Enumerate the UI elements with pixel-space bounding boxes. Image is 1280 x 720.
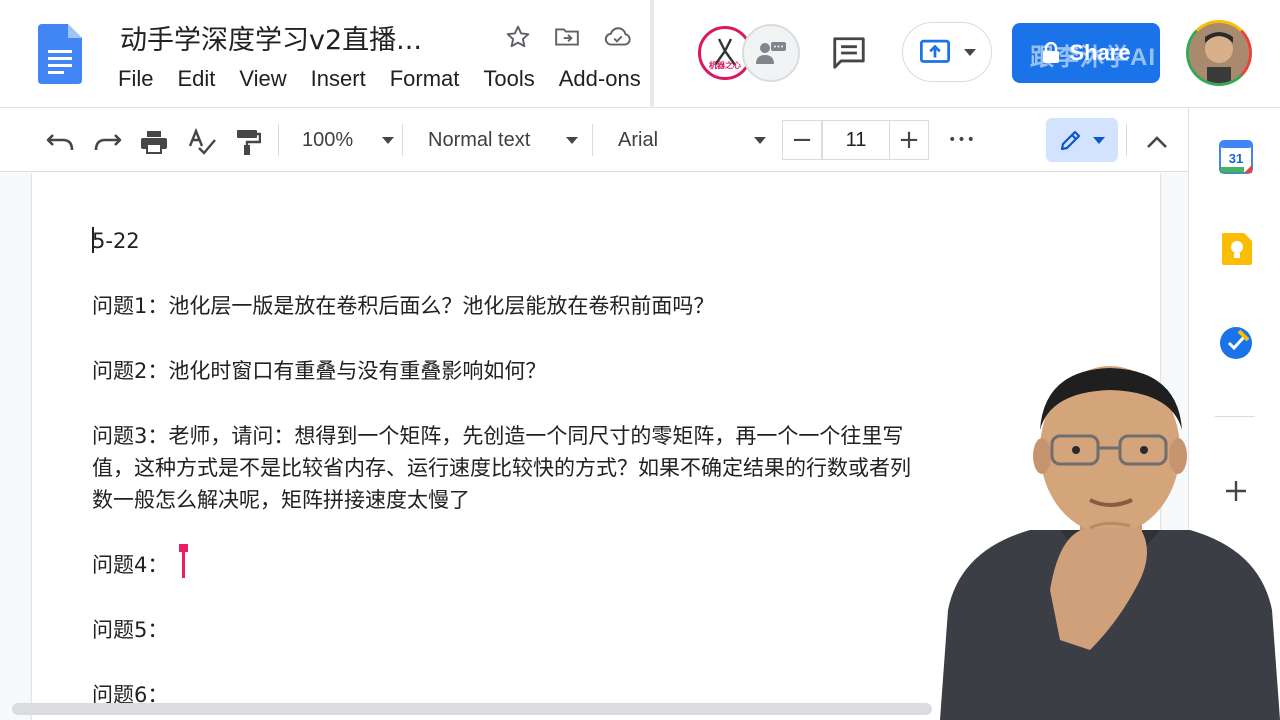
move-to-folder-icon[interactable] — [552, 22, 582, 52]
cloud-saved-icon[interactable] — [603, 22, 633, 52]
zoom-value: 100% — [302, 128, 354, 151]
paragraph-style-value: Normal text — [428, 128, 531, 151]
editing-mode-button[interactable] — [1046, 118, 1118, 162]
header-divider — [650, 0, 654, 108]
toolbar-separator — [278, 124, 279, 156]
menu-file[interactable]: File — [118, 66, 153, 92]
google-tasks-icon[interactable] — [1219, 326, 1253, 360]
share-watermark: 跟李沐学AI — [1030, 44, 1156, 71]
menu-view[interactable]: View — [239, 66, 286, 92]
horizontal-scrollbar[interactable] — [12, 703, 932, 715]
anonymous-viewers-avatar[interactable] — [742, 24, 800, 82]
menu-format[interactable]: Format — [390, 66, 460, 92]
font-family-value: Arial — [618, 128, 659, 151]
zoom-select[interactable]: 100% — [302, 122, 394, 158]
present-icon — [920, 39, 950, 63]
menu-insert[interactable]: Insert — [311, 66, 366, 92]
toolbar-separator — [402, 124, 403, 156]
google-docs-logo-icon[interactable] — [38, 24, 82, 84]
paragraph-style-select[interactable]: Normal text — [428, 122, 578, 158]
undo-icon[interactable] — [42, 124, 78, 160]
spelling-check-icon[interactable] — [184, 124, 220, 160]
account-photo-icon — [1189, 23, 1249, 83]
decrease-font-size-button[interactable]: − — [782, 120, 822, 160]
question-3[interactable]: 问题3：老师，请问：想得到一个矩阵，先创造一个同尺寸的零矩阵，再一个一个往里写值… — [92, 420, 912, 516]
font-size-input[interactable]: 11 — [822, 120, 890, 160]
google-calendar-icon[interactable]: 31 — [1219, 140, 1253, 174]
style-dropdown-icon — [566, 136, 578, 144]
question-2[interactable]: 问题2：池化时窗口有重叠与没有重叠影响如何？ — [92, 355, 912, 387]
question-1[interactable]: 问题1：池化层一版是放在卷积后面么？池化层能放在卷积前面吗？ — [92, 290, 912, 322]
present-button[interactable] — [902, 22, 992, 82]
collaborator-cursor — [179, 544, 189, 578]
account-avatar[interactable] — [1186, 20, 1252, 86]
menu-bar: File Edit View Insert Format Tools Add-o… — [118, 66, 652, 92]
paint-format-icon[interactable] — [230, 124, 266, 160]
question-4-line[interactable]: 问题4： — [92, 544, 912, 581]
redo-icon[interactable] — [90, 124, 126, 160]
google-keep-icon[interactable] — [1219, 232, 1253, 266]
increase-font-size-button[interactable]: + — [889, 120, 929, 160]
present-dropdown-icon[interactable] — [964, 48, 976, 56]
document-title[interactable]: 动手学深度学习v2直播... — [120, 18, 422, 57]
presenter-video-overlay — [940, 366, 1280, 720]
editing-mode-dropdown-icon — [1093, 136, 1105, 144]
doc-date-line[interactable]: 5-22 — [92, 225, 912, 257]
hide-menus-chevron-up-icon[interactable] — [1140, 124, 1174, 160]
question-5[interactable]: 问题5： — [92, 614, 912, 646]
toolbar-separator — [592, 124, 593, 156]
zoom-dropdown-icon — [382, 136, 394, 144]
comment-history-icon[interactable] — [830, 34, 868, 72]
menu-edit[interactable]: Edit — [177, 66, 215, 92]
toolbar-separator — [1126, 124, 1127, 156]
people-chat-icon — [756, 42, 786, 64]
font-family-select[interactable]: Arial — [618, 122, 766, 158]
font-dropdown-icon — [754, 136, 766, 144]
menu-tools[interactable]: Tools — [483, 66, 534, 92]
document-body[interactable]: 5-22 问题1：池化层一版是放在卷积后面么？池化层能放在卷积前面吗？ 问题2：… — [92, 225, 912, 720]
question-4: 问题4： — [92, 553, 169, 577]
doc-date: 5-22 — [92, 229, 140, 253]
collaborator-avatar-label: 机器之心 — [709, 61, 741, 70]
menu-add-ons[interactable]: Add-ons — [559, 66, 641, 92]
share-button[interactable]: Share 跟李沐学AI — [1012, 23, 1160, 83]
print-icon[interactable] — [136, 124, 172, 160]
pencil-icon — [1060, 130, 1081, 151]
docs-header: 动手学深度学习v2直播... File Edit View Insert For… — [0, 0, 1280, 108]
formatting-toolbar — [0, 108, 1188, 172]
star-icon[interactable] — [503, 22, 533, 52]
more-options-icon[interactable]: ••• — [944, 122, 980, 158]
calendar-day: 31 — [1229, 151, 1243, 166]
